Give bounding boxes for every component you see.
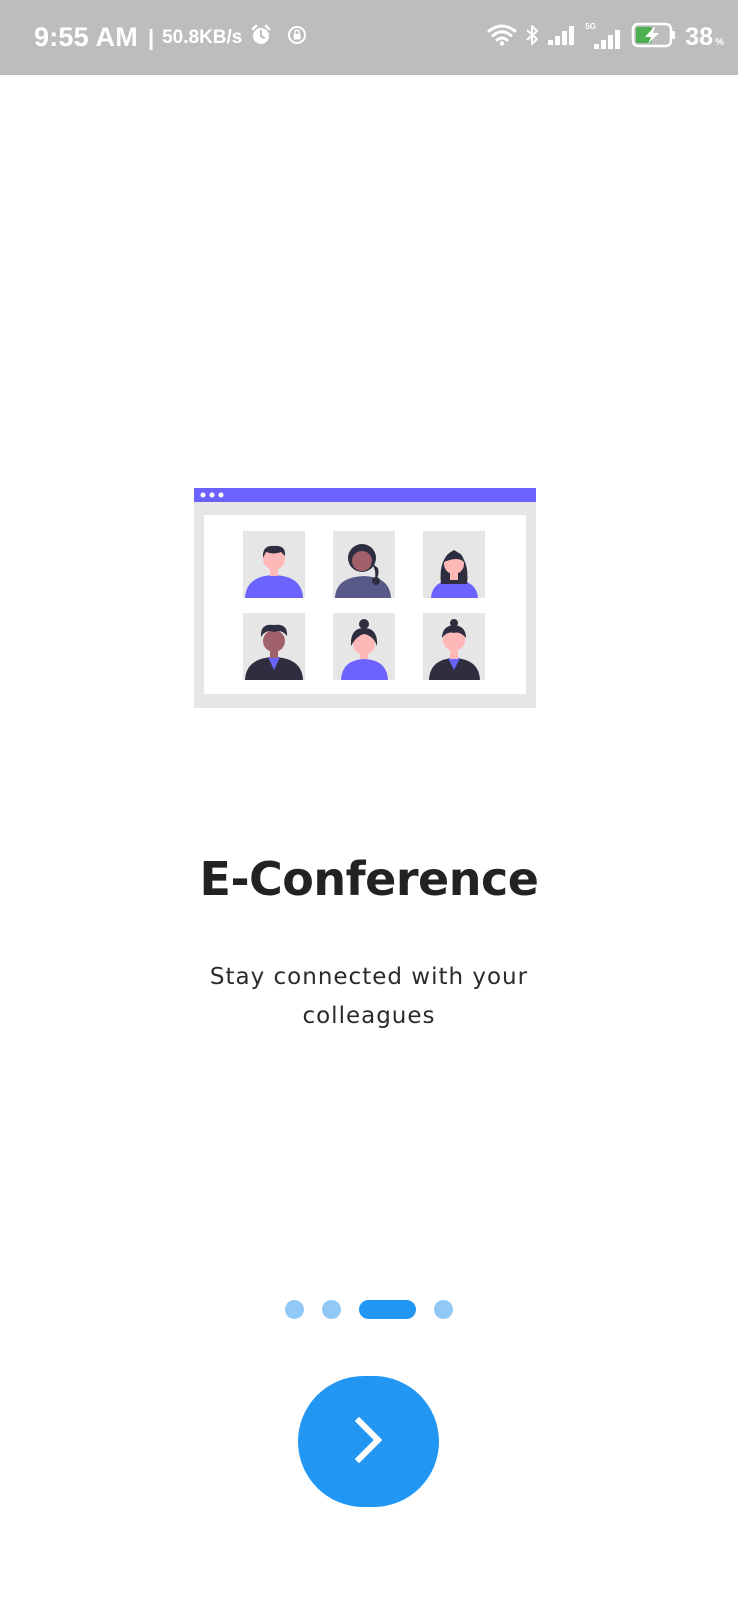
onboarding-title: E-Conference	[199, 852, 539, 906]
conference-illustration	[194, 488, 536, 708]
status-separator: |	[147, 24, 155, 50]
next-button[interactable]	[298, 1376, 439, 1507]
status-right: 5G 38 %	[487, 0, 724, 75]
signal-5g-icon: 5G	[585, 22, 623, 50]
status-left: 9:55 AM | 50.8KB/s	[34, 0, 308, 75]
battery-level-value: 38	[685, 23, 714, 51]
chevron-right-icon	[349, 1415, 389, 1468]
participant-tile-1	[243, 531, 305, 598]
status-bar: 9:55 AM | 50.8KB/s 5G 38 %	[0, 0, 738, 75]
battery-level-unit: %	[715, 37, 724, 48]
bluetooth-icon	[525, 23, 539, 52]
wifi-icon	[487, 23, 517, 52]
network-speed: 50.8KB/s	[162, 26, 243, 48]
page-indicator	[0, 1299, 738, 1319]
onboarding-subtitle: Stay connected with your colleagues	[209, 964, 529, 1029]
alarm-icon	[250, 24, 272, 51]
participant-tile-5	[333, 613, 395, 680]
participant-tile-2	[333, 531, 395, 598]
participant-tile-3	[423, 531, 485, 598]
page-indicator-dot-3-active[interactable]	[359, 1299, 416, 1319]
page-indicator-dot-2[interactable]	[322, 1299, 341, 1319]
screen-lock-icon	[286, 24, 308, 51]
battery-charging-icon	[631, 22, 677, 53]
signal-icon	[547, 24, 577, 51]
window-titlebar	[194, 488, 536, 502]
battery-level: 38 %	[685, 23, 724, 52]
page-indicator-dot-1[interactable]	[285, 1299, 304, 1319]
page-indicator-dot-4[interactable]	[434, 1299, 453, 1319]
participant-tile-6	[423, 613, 485, 680]
status-time: 9:55 AM	[34, 22, 138, 52]
participant-tile-4	[243, 613, 305, 680]
